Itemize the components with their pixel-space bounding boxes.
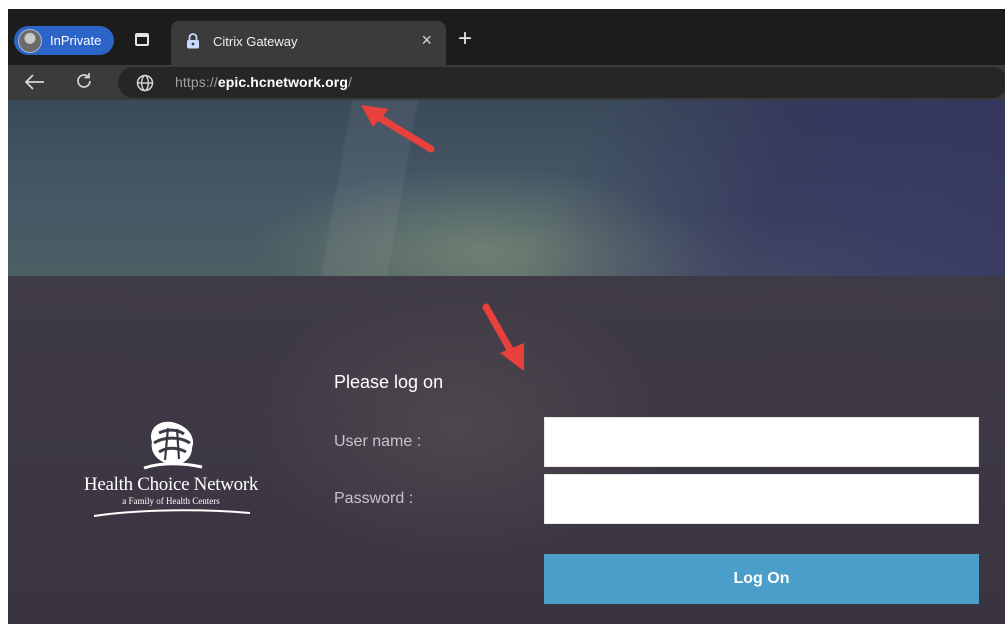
inprivate-label: InPrivate: [50, 33, 102, 48]
url-path: /: [348, 74, 352, 90]
close-icon[interactable]: ×: [421, 31, 432, 49]
login-heading: Please log on: [334, 372, 444, 392]
inprivate-badge[interactable]: InPrivate: [14, 26, 114, 55]
logo-subtitle: a Family of Health Centers: [122, 496, 220, 506]
lock-icon: [187, 33, 199, 49]
plus-icon[interactable]: +: [458, 27, 472, 51]
health-choice-network-logo: Health Choice Network a Family of Health…: [66, 420, 276, 520]
password-input[interactable]: [544, 474, 979, 524]
tab-title: Citrix Gateway: [213, 34, 298, 49]
tab-citrix-gateway[interactable]: Citrix Gateway ×: [171, 21, 446, 65]
url-domain: epic.hcnetwork.org: [217, 74, 348, 90]
tab-strip: InPrivate Citrix Gateway × +: [8, 9, 1005, 65]
url-text: https://epic.hcnetwork.org/: [175, 74, 352, 90]
globe-icon: [136, 74, 154, 92]
inprivate-avatar-icon: [18, 28, 42, 53]
hero-banner: [8, 100, 1005, 276]
username-input[interactable]: [544, 417, 979, 467]
log-on-button[interactable]: Log On: [544, 554, 979, 604]
address-bar[interactable]: https://epic.hcnetwork.org/: [118, 67, 1005, 98]
logo-swoosh-icon: [93, 509, 251, 517]
username-label: User name :: [334, 433, 422, 450]
tab-actions-icon[interactable]: [135, 33, 149, 46]
url-scheme: https://: [175, 74, 218, 90]
hands-emblem-icon: [143, 421, 203, 470]
browser-toolbar: https://epic.hcnetwork.org/: [8, 65, 1005, 100]
back-arrow-icon[interactable]: [24, 73, 46, 91]
password-label: Password :: [334, 490, 414, 507]
annotation-arrow-login: [482, 303, 524, 371]
annotation-arrow-address-bar: [361, 105, 435, 153]
refresh-icon[interactable]: [74, 71, 94, 91]
logo-title: Health Choice Network: [83, 474, 259, 495]
browser-window: InPrivate Citrix Gateway × + https://epi…: [8, 9, 1005, 624]
